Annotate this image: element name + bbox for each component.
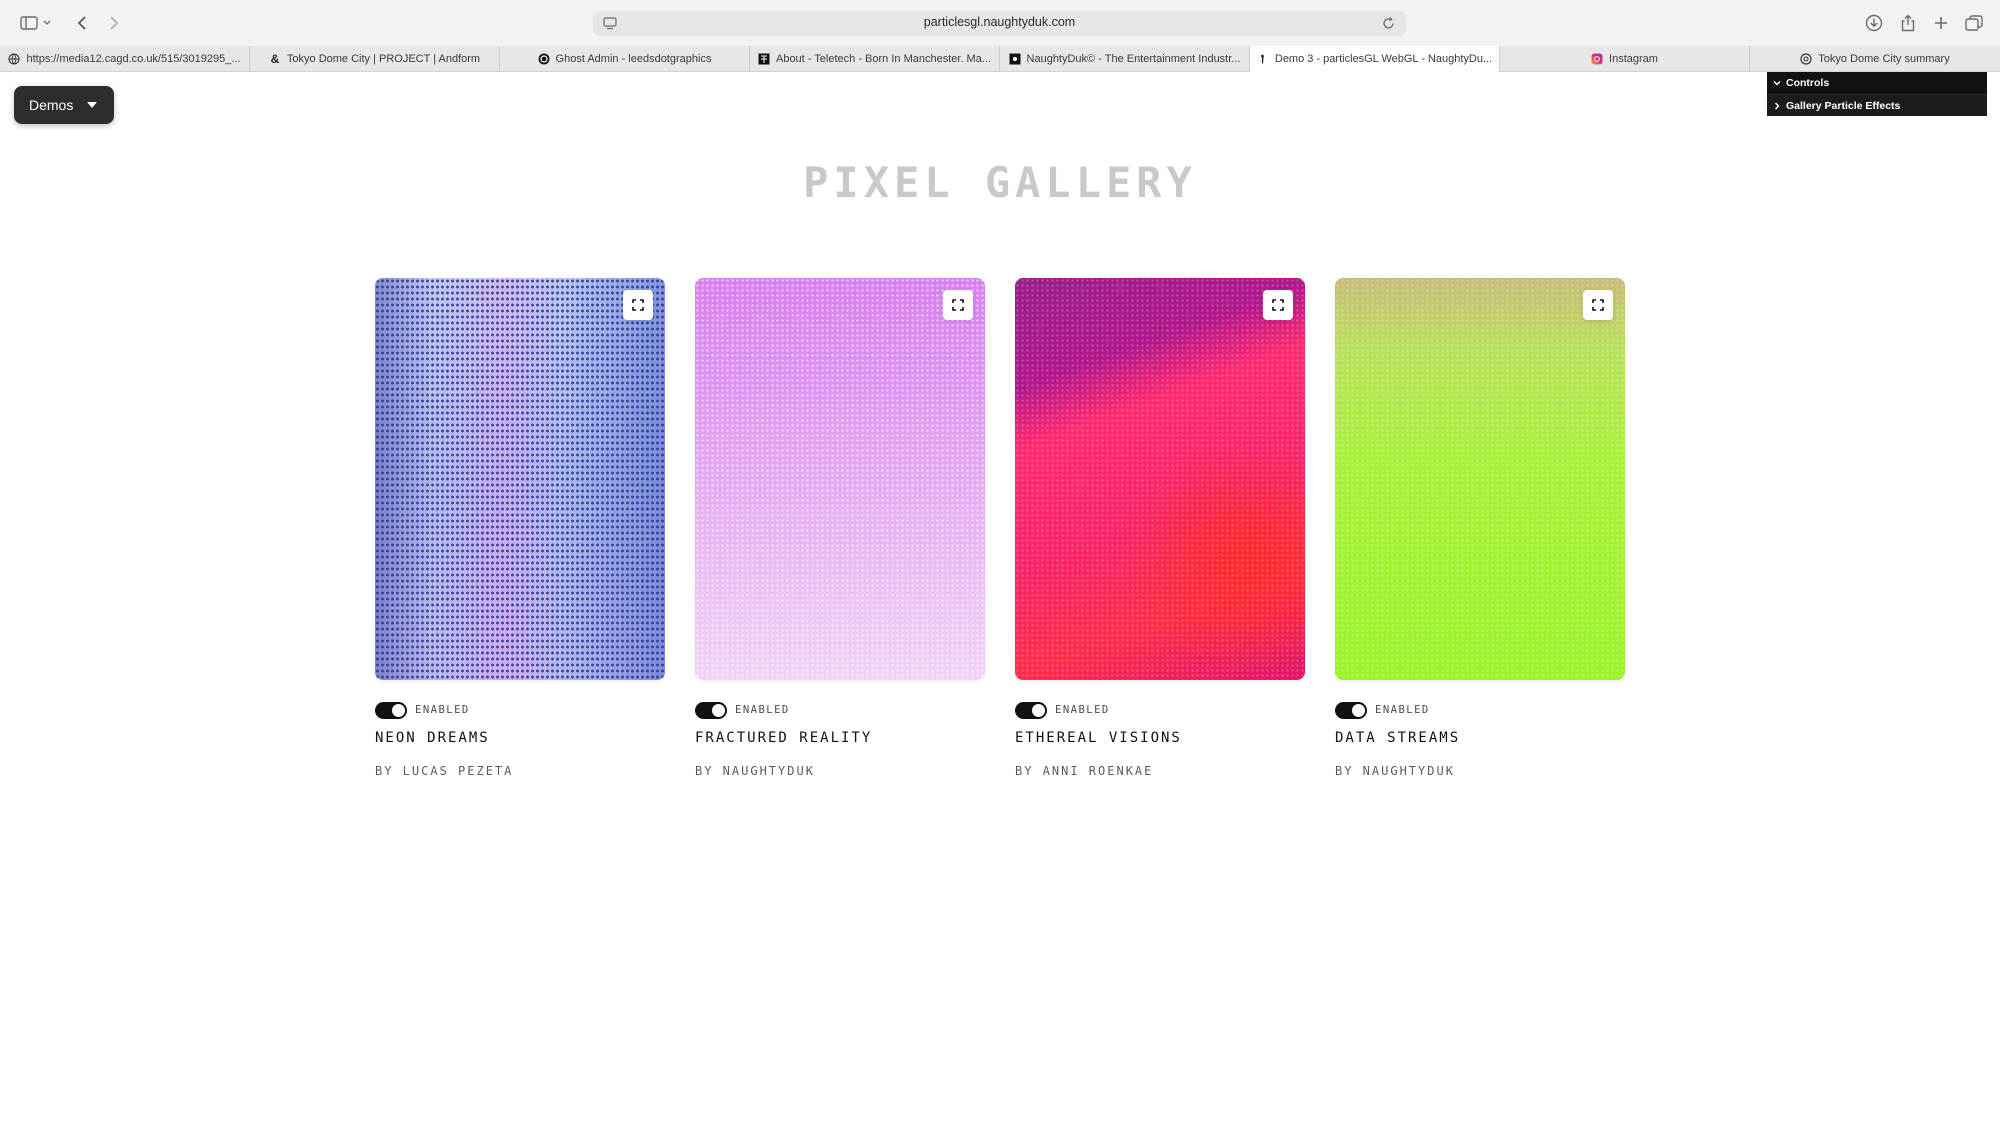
globe-icon <box>8 53 21 65</box>
chevron-right-icon <box>1775 102 1780 109</box>
card-author: BY NAUGHTYDUK <box>695 764 815 778</box>
toggle-label: ENABLED <box>415 704 470 716</box>
downloads-icon[interactable] <box>1862 11 1886 35</box>
enable-toggle[interactable] <box>1335 701 1367 719</box>
folder-label: Gallery Particle Effects <box>1786 99 1901 112</box>
toggle-knob <box>712 703 725 717</box>
enable-toggle[interactable] <box>1015 701 1047 719</box>
card-title: FRACTURED REALITY <box>695 730 873 746</box>
tab-ghost-admin[interactable]: Ghost Admin - leedsdotgraphics <box>500 46 750 72</box>
browser-toolbar: particlesgl.naughtyduk.com <box>0 0 2000 46</box>
chevron-down-icon[interactable] <box>40 11 54 35</box>
fullscreen-button[interactable] <box>1583 290 1613 320</box>
tab-tokyo-dome-summary[interactable]: Tokyo Dome City summary <box>1750 46 2000 72</box>
tab-teletech[interactable]: About - Teletech - Born In Manchester. M… <box>750 46 1000 72</box>
back-icon[interactable] <box>70 11 94 35</box>
tab-label: Tokyo Dome City | PROJECT | Andform <box>286 53 481 65</box>
tab-label: NaughtyDuk© - The Entertainment Industr.… <box>1026 53 1241 65</box>
expand-icon <box>1272 299 1284 311</box>
tab-label: https://media12.cagd.co.uk/515/3019295_.… <box>26 53 241 65</box>
gallery-particle-effects-folder[interactable]: Gallery Particle Effects <box>1767 94 1987 116</box>
enable-toggle-row: ENABLED <box>375 701 470 719</box>
chevron-down-icon <box>1773 81 1781 86</box>
demos-menu-button[interactable]: Demos <box>14 86 114 124</box>
controls-panel: Controls Gallery Particle Effects <box>1767 72 1987 116</box>
card-title: ETHEREAL VISIONS <box>1015 730 1182 746</box>
tab-label: Instagram <box>1609 53 1658 65</box>
fullscreen-button[interactable] <box>943 290 973 320</box>
controls-panel-title: Controls <box>1786 77 1830 89</box>
card-title: DATA STREAMS <box>1335 730 1461 746</box>
caret-down-icon <box>87 102 97 108</box>
fullscreen-button[interactable] <box>623 290 653 320</box>
controls-panel-header[interactable]: Controls <box>1767 72 1987 94</box>
card-artwork[interactable] <box>1015 278 1305 680</box>
tab-label: Tokyo Dome City summary <box>1818 53 1950 65</box>
gallery-card: ENABLED DATA STREAMS BY NAUGHTYDUK <box>1335 278 1625 778</box>
new-tab-icon[interactable] <box>1929 11 1953 35</box>
enable-toggle-row: ENABLED <box>1335 701 1430 719</box>
instagram-icon <box>1591 53 1603 65</box>
enable-toggle[interactable] <box>695 701 727 719</box>
card-author: BY LUCAS PEZETA <box>375 764 514 778</box>
toggle-knob <box>1032 703 1045 717</box>
tab-naughtyduk[interactable]: NaughtyDuk© - The Entertainment Industr.… <box>1000 46 1250 72</box>
particle-pattern <box>1015 278 1305 680</box>
tab-label: About - Teletech - Born In Manchester. M… <box>775 53 991 65</box>
expand-icon <box>632 299 644 311</box>
particle-pattern <box>695 278 985 680</box>
enable-toggle[interactable] <box>375 701 407 719</box>
tab-overview-icon[interactable] <box>1962 11 1986 35</box>
page-title: PIXEL GALLERY <box>803 158 1197 207</box>
duck-icon <box>1257 53 1269 65</box>
tab-media12[interactable]: https://media12.cagd.co.uk/515/3019295_.… <box>0 46 250 72</box>
toggle-label: ENABLED <box>735 704 790 716</box>
gallery-card: ENABLED ETHEREAL VISIONS BY ANNI ROENKAE <box>1015 278 1305 778</box>
tab-particlesgl-demo[interactable]: Demo 3 - particlesGL WebGL - NaughtyDu..… <box>1250 46 1500 72</box>
sidebar-toggle-icon[interactable] <box>17 11 41 35</box>
enable-toggle-row: ENABLED <box>695 701 790 719</box>
expand-icon <box>1592 299 1604 311</box>
teletech-icon <box>758 53 770 65</box>
ampersand-icon: & <box>270 52 280 66</box>
card-artwork[interactable] <box>695 278 985 680</box>
particle-pattern <box>1335 278 1625 680</box>
card-artwork[interactable] <box>375 278 665 680</box>
particle-pattern <box>375 278 665 680</box>
enable-toggle-row: ENABLED <box>1015 701 1110 719</box>
toggle-label: ENABLED <box>1055 704 1110 716</box>
card-author: BY NAUGHTYDUK <box>1335 764 1455 778</box>
tab-label: Ghost Admin - leedsdotgraphics <box>555 53 712 65</box>
tab-tokyo-dome-andform[interactable]: & Tokyo Dome City | PROJECT | Andform <box>250 46 500 72</box>
reload-icon[interactable] <box>1381 16 1396 31</box>
share-icon[interactable] <box>1896 11 1920 35</box>
address-bar[interactable]: particlesgl.naughtyduk.com <box>593 11 1406 36</box>
fullscreen-button[interactable] <box>1263 290 1293 320</box>
card-title: NEON DREAMS <box>375 730 490 746</box>
tab-instagram[interactable]: Instagram <box>1500 46 1750 72</box>
naughtyduk-icon <box>1009 53 1021 65</box>
url-text: particlesgl.naughtyduk.com <box>923 15 1076 29</box>
gallery-card: ENABLED NEON DREAMS BY LUCAS PEZETA <box>375 278 665 778</box>
demos-menu-label: Demos <box>29 97 74 113</box>
expand-icon <box>952 299 964 311</box>
tab-bar: https://media12.cagd.co.uk/515/3019295_.… <box>0 46 2000 72</box>
toggle-label: ENABLED <box>1375 704 1430 716</box>
tab-label: Demo 3 - particlesGL WebGL - NaughtyDu..… <box>1274 53 1493 65</box>
card-artwork[interactable] <box>1335 278 1625 680</box>
ghost-icon <box>538 53 550 65</box>
openai-icon <box>1800 53 1812 65</box>
card-author: BY ANNI ROENKAE <box>1015 764 1154 778</box>
gallery-card: ENABLED FRACTURED REALITY BY NAUGHTYDUK <box>695 278 985 778</box>
forward-icon[interactable] <box>102 11 126 35</box>
toggle-knob <box>392 703 405 717</box>
toggle-knob <box>1352 703 1365 717</box>
